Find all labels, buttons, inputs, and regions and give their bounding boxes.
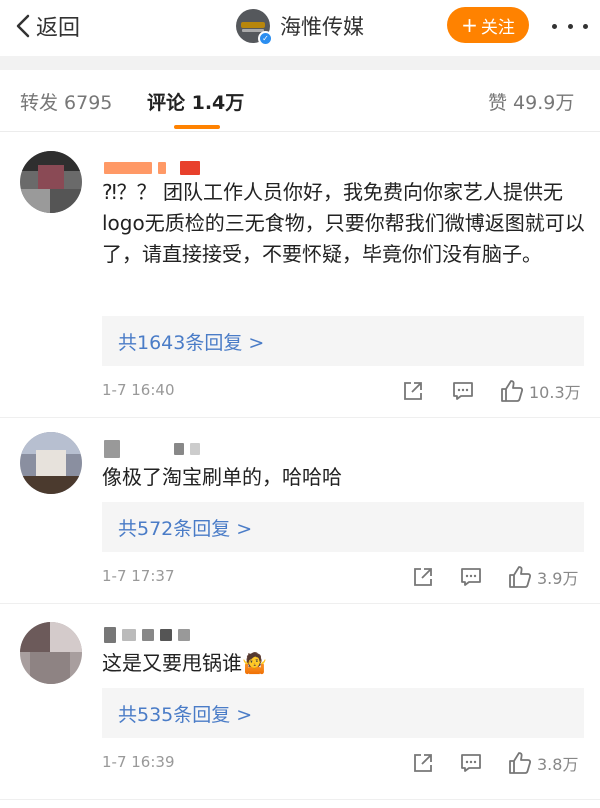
avatar-pixel bbox=[20, 476, 82, 494]
like-button[interactable]: 3.8万 bbox=[508, 750, 578, 776]
comment-meta: 1-7 16:39 3.8万 bbox=[102, 750, 588, 776]
comment-text: ⁈？？ 团队工作人员你好，我免费向你家艺人提供无logo无质检的三无食物，只要你… bbox=[102, 180, 585, 266]
comment-text: 这是又要甩锅谁🤷 bbox=[102, 651, 267, 675]
share-icon[interactable] bbox=[412, 564, 434, 590]
redacted-block bbox=[158, 162, 166, 174]
share-icon[interactable] bbox=[402, 378, 424, 404]
thumbs-up-icon bbox=[501, 380, 524, 402]
avatar[interactable] bbox=[20, 432, 82, 494]
replies-link[interactable]: 共1643条回复 > bbox=[102, 316, 584, 366]
follow-label: 关注 bbox=[480, 17, 515, 38]
comment-item: 像极了淘宝刷单的，哈哈哈 共572条回复 > 1-7 17:37 3.9万 bbox=[0, 418, 600, 604]
redacted-block bbox=[104, 162, 152, 174]
comment-time: 1-7 17:37 bbox=[102, 567, 175, 585]
avatar-pixel bbox=[38, 165, 64, 189]
avatar-pixel bbox=[30, 652, 70, 684]
redacted-block bbox=[178, 629, 190, 641]
redacted-badge bbox=[180, 161, 200, 175]
redacted-block bbox=[160, 629, 172, 641]
avatar-pixel bbox=[20, 622, 50, 652]
comment-time: 1-7 16:39 bbox=[102, 753, 175, 771]
active-tab-indicator bbox=[174, 125, 220, 129]
account-header[interactable]: ✓ 海惟传媒 bbox=[236, 8, 364, 46]
like-count: 10.3万 bbox=[529, 383, 581, 402]
comment-icon[interactable] bbox=[452, 378, 474, 404]
redacted-block bbox=[104, 440, 120, 458]
comment-icon[interactable] bbox=[460, 564, 482, 590]
comment-meta: 1-7 17:37 3.9万 bbox=[102, 564, 588, 590]
thumbs-up-icon bbox=[509, 566, 532, 588]
comment-meta: 1-7 16:40 10.3万 bbox=[102, 378, 588, 404]
redacted-block bbox=[122, 629, 136, 641]
comment-text: 像极了淘宝刷单的，哈哈哈 bbox=[102, 465, 342, 489]
tab-comments[interactable]: 评论 1.4万 bbox=[147, 88, 244, 115]
tab-bar: 转发 6795 评论 1.4万 赞 49.9万 bbox=[0, 70, 600, 132]
dot bbox=[583, 23, 588, 29]
tab-likes[interactable]: 赞 49.9万 bbox=[488, 88, 574, 115]
like-button[interactable]: 10.3万 bbox=[500, 378, 581, 404]
dot bbox=[552, 23, 557, 29]
share-icon[interactable] bbox=[412, 750, 434, 776]
divider-band bbox=[0, 56, 600, 70]
replies-link[interactable]: 共535条回复 > bbox=[102, 688, 584, 738]
account-avatar[interactable]: ✓ bbox=[236, 9, 273, 46]
avatar-pixel bbox=[50, 189, 82, 213]
avatar-pixel bbox=[36, 450, 66, 476]
top-bar: 返回 ✓ 海惟传媒 + 关注 bbox=[0, 0, 600, 56]
like-count: 3.8万 bbox=[537, 755, 579, 774]
avatar[interactable] bbox=[20, 622, 82, 684]
username-redacted[interactable] bbox=[104, 436, 206, 462]
back-button[interactable]: 返回 bbox=[16, 10, 80, 42]
redacted-block bbox=[174, 443, 184, 455]
thumbs-up-icon bbox=[509, 752, 532, 774]
verified-badge-icon: ✓ bbox=[258, 31, 273, 46]
dot bbox=[567, 23, 573, 29]
avatar-pixel bbox=[50, 622, 82, 652]
replies-link[interactable]: 共572条回复 > bbox=[102, 502, 584, 552]
redacted-block bbox=[190, 443, 200, 455]
next-comment-peek bbox=[0, 800, 600, 808]
logo-mark bbox=[241, 22, 265, 28]
follow-button[interactable]: + 关注 bbox=[447, 7, 529, 43]
page-title: 海惟传媒 bbox=[280, 15, 364, 39]
comment-item: ⁈？？ 团队工作人员你好，我免费向你家艺人提供无logo无质检的三无食物，只要你… bbox=[0, 133, 600, 418]
more-dots-icon[interactable] bbox=[552, 18, 588, 34]
comment-item: 这是又要甩锅谁🤷 共535条回复 > 1-7 16:39 3.8万 bbox=[0, 604, 600, 800]
back-label: 返回 bbox=[36, 16, 81, 41]
redacted-block bbox=[142, 629, 154, 641]
username-redacted[interactable] bbox=[104, 622, 196, 648]
like-count: 3.9万 bbox=[537, 569, 579, 588]
tab-repost[interactable]: 转发 6795 bbox=[20, 88, 112, 115]
avatar[interactable] bbox=[20, 151, 82, 213]
comment-icon[interactable] bbox=[460, 750, 482, 776]
like-button[interactable]: 3.9万 bbox=[508, 564, 578, 590]
redacted-block bbox=[104, 627, 116, 643]
avatar-pixel bbox=[20, 189, 50, 213]
comment-time: 1-7 16:40 bbox=[102, 381, 175, 399]
plus-icon: + bbox=[461, 13, 478, 37]
chevron-left-icon bbox=[16, 14, 30, 38]
